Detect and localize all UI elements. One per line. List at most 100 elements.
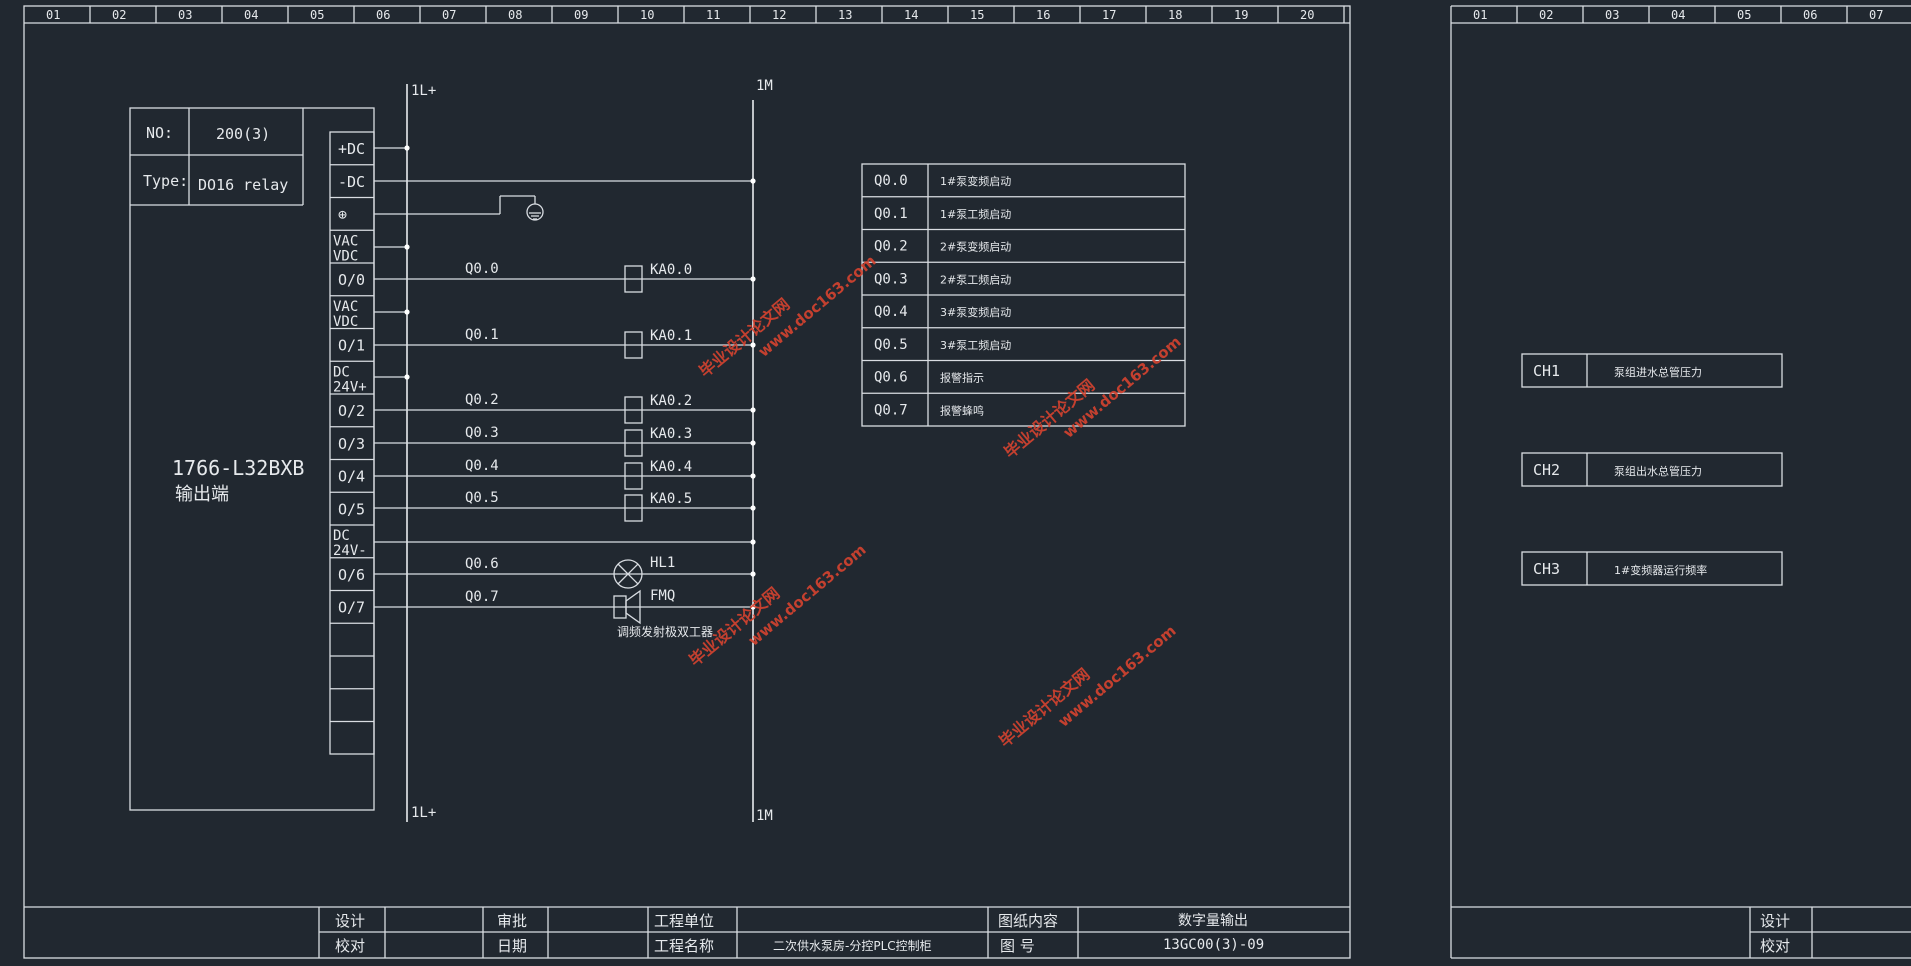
tb-design: 设计 <box>335 912 365 930</box>
rung-address: Q0.7 <box>465 589 499 605</box>
io-description: 2#泵工频启动 <box>940 272 1011 286</box>
terminal-label: O/0 <box>338 271 365 289</box>
rung-address: Q0.3 <box>465 425 499 441</box>
io-description: 1#泵变频启动 <box>940 174 1011 188</box>
tb-drawing-no-label: 图 号 <box>1000 937 1035 955</box>
ruler-col-label: 16 <box>1036 8 1050 22</box>
relay-label: KA0.2 <box>650 393 692 409</box>
output-rung: Q0.2 KA0.2 <box>374 392 756 424</box>
ruler-col-label: 07 <box>1869 8 1883 22</box>
terminal-label: O/7 <box>338 599 365 617</box>
relay-label: KA0.1 <box>650 328 692 344</box>
io-address: Q0.2 <box>874 239 908 255</box>
terminal-label: +DC <box>338 140 365 158</box>
watermark: 毕业设计论文网www.doc163.com <box>1000 333 1184 462</box>
tb-unit: 工程单位 <box>654 912 714 930</box>
ruler-col-label: 10 <box>640 8 654 22</box>
tb-approve: 审批 <box>497 912 527 930</box>
module-model-sub: 输出端 <box>175 484 229 505</box>
module-type-label: Type: <box>143 172 188 190</box>
output-rung: Q0.7 FMQ <box>374 588 756 625</box>
terminal-label: -DC <box>338 173 365 191</box>
bus-left-bottom-label: 1L+ <box>411 805 436 821</box>
ground-icon <box>526 203 544 221</box>
tb-check: 校对 <box>335 937 365 955</box>
terminal-label: O/1 <box>338 337 365 355</box>
left-sheet: 01 02 03 04 05 06 07 08 09 10 11 12 13 14 15 16 17 18 19 20 <box>23 5 1351 959</box>
ruler-col-label: 14 <box>904 8 918 22</box>
io-table-row: Q0.7 报警蜂鸣 <box>874 402 984 418</box>
io-address: Q0.0 <box>874 173 908 189</box>
tb-project-name: 二次供水泵房-分控PLC控制柜 <box>773 938 932 953</box>
channel-box: CH1 泵组进水总管压力 <box>1521 353 1783 388</box>
ruler-col-label: 17 <box>1102 8 1116 22</box>
tb-content: 数字量输出 <box>1178 913 1248 929</box>
io-address: Q0.6 <box>874 370 908 386</box>
terminal-label: O/4 <box>338 468 365 486</box>
ruler-col-label: 05 <box>1737 8 1751 22</box>
ruler-col-label: 06 <box>1803 8 1817 22</box>
tb-date: 日期 <box>497 937 527 955</box>
io-table-row: Q0.2 2#泵变频启动 <box>874 239 1011 255</box>
rung-address: Q0.4 <box>465 458 499 474</box>
ruler-col-label: 03 <box>178 8 192 22</box>
plc-module: NO: 200(3) Type: DO16 relay 1766-L32BXB … <box>129 107 375 811</box>
ruler-col-label: 05 <box>310 8 324 22</box>
tb-project-name-label: 工程名称 <box>654 937 714 955</box>
io-description: 报警指示 <box>940 371 984 385</box>
io-address: Q0.7 <box>874 402 908 418</box>
channel-description: 泵组进水总管压力 <box>1614 365 1702 379</box>
ruler-col-label: 06 <box>376 8 390 22</box>
tb-right-design: 设计 <box>1760 912 1790 930</box>
ruler-col-label: 18 <box>1168 8 1182 22</box>
output-rung: Q0.5 KA0.5 <box>374 490 756 522</box>
tb-content-label: 图纸内容 <box>998 912 1058 930</box>
channel-id: CH3 <box>1533 560 1560 578</box>
buzzer-note: 调频发射极双工器 <box>617 624 713 639</box>
ruler-col-label: 07 <box>442 8 456 22</box>
title-block: 设计 校对 审批 日期 工程单位 工程名称 二次供水泵房-分控PLC控制柜 图纸… <box>24 906 1350 958</box>
module-type-value: DO16 relay <box>198 176 288 194</box>
rung-address: Q0.5 <box>465 490 499 506</box>
tb-right-check: 校对 <box>1760 937 1790 955</box>
rung-address: Q0.6 <box>465 556 499 572</box>
watermark: 毕业设计论文网www.doc163.com <box>995 622 1179 751</box>
watermark: 毕业设计论文网www.doc163.com <box>695 252 879 381</box>
terminal-label: O/5 <box>338 500 365 518</box>
ruler-col-label: 08 <box>508 8 522 22</box>
io-table-row: Q0.1 1#泵工频启动 <box>874 206 1011 222</box>
channel-description: 1#变频器运行频率 <box>1614 563 1707 577</box>
module-no-label: NO: <box>146 124 173 142</box>
ruler-col-label: 09 <box>574 8 588 22</box>
io-address: Q0.1 <box>874 206 908 222</box>
ruler-col-label: 03 <box>1605 8 1619 22</box>
buzzer-label: FMQ <box>650 588 675 604</box>
output-rung: Q0.0 KA0.0 <box>374 261 756 293</box>
rung-address: Q0.1 <box>465 327 499 343</box>
title-block-right: 设计 校对 <box>1451 906 1911 958</box>
bus-right-bottom-label: 1M <box>756 808 773 824</box>
relay-label: KA0.5 <box>650 491 692 507</box>
column-ruler-right: 01 02 03 04 05 06 07 <box>1473 6 1883 23</box>
bus-left-top-label: 1L+ <box>411 83 436 99</box>
ruler-col-label: 19 <box>1234 8 1248 22</box>
io-description: 3#泵变频启动 <box>940 305 1011 319</box>
io-address: Q0.4 <box>874 304 908 320</box>
output-rung: Q0.6 HL1 <box>374 555 756 589</box>
terminal-label: DC 24V+ <box>333 364 367 395</box>
relay-label: KA0.4 <box>650 459 692 475</box>
io-table-row: Q0.6 报警指示 <box>874 370 984 386</box>
ruler-col-label: 01 <box>46 8 60 22</box>
bus-right-top-label: 1M <box>756 78 773 94</box>
channel-id: CH1 <box>1533 362 1560 380</box>
relay-label: KA0.0 <box>650 262 692 278</box>
ruler-col-label: 20 <box>1300 8 1314 22</box>
channel-id: CH2 <box>1533 461 1560 479</box>
output-rung: Q0.4 KA0.4 <box>374 458 756 490</box>
ruler-col-label: 01 <box>1473 8 1487 22</box>
io-table-row: Q0.0 1#泵变频启动 <box>874 173 1011 189</box>
io-table-row: Q0.4 3#泵变频启动 <box>874 304 1011 320</box>
drawing-canvas: 01 02 03 04 05 06 07 08 09 10 11 12 13 14 15 16 17 18 19 20… <box>23 5 1911 959</box>
analog-channels: CH1 泵组进水总管压力 CH2 泵组出水总管压力 CH3 1#变频器运行频率 <box>1521 353 1783 586</box>
terminal-label: VAC VDC <box>333 233 358 264</box>
